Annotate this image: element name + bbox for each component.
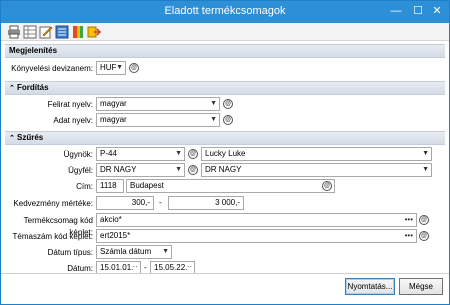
section-forditas[interactable]: ⌃ Fordítás (5, 81, 445, 95)
edit-icon[interactable] (39, 25, 53, 39)
info-icon[interactable]: @ (322, 181, 332, 191)
print-button[interactable]: Nyomtatás... (345, 278, 395, 295)
close-button[interactable]: ✕ (426, 1, 448, 21)
chevron-down-icon: ▼ (210, 100, 217, 107)
ellipsis-icon[interactable]: ••• (405, 215, 413, 225)
dialog-window: Eladott termékcsomagok — ☐ ✕ Megjeleníté… (0, 0, 450, 305)
info-icon[interactable]: @ (223, 115, 233, 125)
chevron-down-icon: ▼ (175, 166, 182, 173)
datum-tipus-select[interactable]: Számla dátum ▼ (96, 245, 172, 259)
termekcsomag-input[interactable]: akcio* ••• (96, 213, 417, 227)
maximize-button[interactable]: ☐ (408, 1, 428, 21)
ugynok-name-select[interactable]: Lucky Luke ▼ (201, 147, 432, 161)
section-forditas-title: Fordítás (17, 83, 49, 92)
temaszam-label: Témaszám kód képlet: (12, 232, 93, 241)
ugyfel-name-select[interactable]: DR NAGY ▼ (201, 163, 432, 177)
info-icon[interactable]: @ (419, 215, 429, 225)
info-icon[interactable]: @ (188, 165, 198, 175)
section-megjelenites-title: Megjelenítés (9, 46, 58, 55)
cim-label: Cím: (76, 182, 93, 191)
chevron-down-icon: ▼ (116, 64, 123, 71)
kedvezmeny-from-input[interactable]: 300,- (96, 196, 154, 210)
info-icon[interactable]: @ (419, 231, 429, 241)
list-icon[interactable] (55, 25, 69, 39)
kedvezmeny-label: Kedvezmény mértéke: (13, 199, 93, 208)
section-szures-title: Szűrés (17, 133, 44, 142)
ugyfel-code-value: DR NAGY (100, 165, 137, 174)
ugynok-code-select[interactable]: P-44 ▼ (96, 147, 185, 161)
ugyfel-label: Ügyfél: (68, 166, 93, 175)
felirat-nyelv-value: magyar (100, 99, 127, 108)
calendar-ellipsis-icon[interactable]: ·· (187, 262, 192, 272)
collapse-icon: ⌃ (9, 135, 15, 142)
info-icon[interactable]: @ (188, 149, 198, 159)
adat-nyelv-select[interactable]: magyar ▼ (96, 113, 220, 127)
temaszam-input[interactable]: ert2015* ••• (96, 229, 417, 243)
adat-nyelv-label: Adat nyelv: (53, 116, 93, 125)
calendar-ellipsis-icon[interactable]: ·· (133, 262, 138, 272)
minimize-button[interactable]: — (384, 1, 408, 21)
datum-from-value: 15.01.01. (100, 263, 134, 272)
dialog-footer: Nyomtatás... Mégse (1, 273, 449, 304)
chevron-down-icon: ▼ (422, 150, 429, 157)
datum-tipus-value: Számla dátum (100, 247, 152, 256)
ellipsis-icon[interactable]: ••• (405, 231, 413, 241)
info-icon[interactable]: @ (129, 63, 139, 73)
content-area: Megjelenítés Könyvelési devizanem: HUF ▼… (5, 41, 445, 275)
toolbar (1, 23, 449, 41)
export-icon[interactable] (87, 25, 101, 39)
title-bar: Eladott termékcsomagok — ☐ ✕ (1, 1, 449, 23)
ugyfel-name-value: DR NAGY (205, 165, 242, 174)
collapse-icon: ⌃ (9, 85, 15, 92)
kedvezmeny-to-input[interactable]: 3 000,- (168, 196, 244, 210)
cancel-button[interactable]: Mégse (399, 278, 443, 295)
ugynok-label: Ügynök: (63, 150, 93, 159)
chevron-down-icon: ▼ (210, 116, 217, 123)
section-megjelenites[interactable]: Megjelenítés (5, 44, 445, 58)
konyvelesi-devizanem-label: Könyvelési devizanem: (11, 64, 93, 73)
chevron-down-icon: ▼ (175, 150, 182, 157)
chevron-down-icon: ▼ (422, 166, 429, 173)
section-szures[interactable]: ⌃ Szűrés (5, 131, 445, 145)
cim-zip-input[interactable]: 1118 (96, 179, 124, 193)
cim-city-input[interactable]: Budapest (126, 179, 335, 193)
ugyfel-code-select[interactable]: DR NAGY ▼ (96, 163, 185, 177)
konyvelesi-devizanem-select[interactable]: HUF ▼ (96, 61, 126, 75)
datum-tipus-label: Dátum típus: (47, 248, 93, 257)
ugynok-code-value: P-44 (100, 149, 117, 158)
window-title: Eladott termékcsomagok (164, 5, 286, 17)
konyvelesi-devizanem-value: HUF (100, 63, 117, 72)
felirat-nyelv-select[interactable]: magyar ▼ (96, 97, 220, 111)
grid-icon[interactable] (23, 25, 37, 39)
printer-icon[interactable] (7, 25, 21, 39)
adat-nyelv-value: magyar (100, 115, 127, 124)
felirat-nyelv-label: Felirat nyelv: (47, 100, 93, 109)
temaszam-value: ert2015* (100, 231, 131, 240)
info-icon[interactable]: @ (223, 99, 233, 109)
termekcsomag-value: akcio* (100, 215, 122, 224)
kedvezmeny-range-dash: - (159, 198, 162, 207)
chevron-down-icon: ▼ (162, 248, 169, 255)
book-icon[interactable] (71, 25, 85, 39)
ugynok-name-value: Lucky Luke (205, 149, 246, 158)
datum-to-value: 15.05.22. (154, 263, 188, 272)
termekcsomag-label: Termékcsomag kód képlet: (23, 216, 93, 237)
